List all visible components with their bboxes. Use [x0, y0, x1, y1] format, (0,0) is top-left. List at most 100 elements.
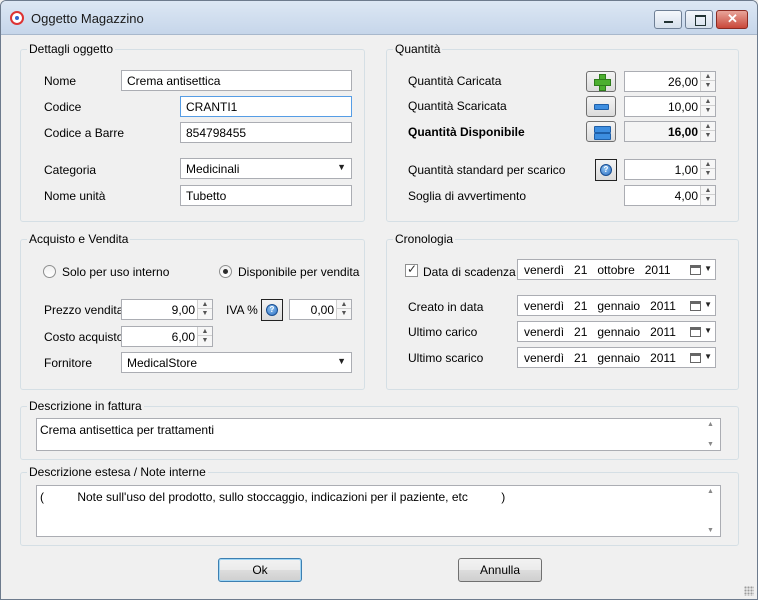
- descrizione-fattura-textarea[interactable]: Crema antisettica per trattamenti ▲ ▼: [36, 418, 721, 451]
- scadenza-date-value: venerdì 21 ottobre 2011: [524, 263, 671, 277]
- resize-grip[interactable]: [744, 586, 754, 596]
- note-interne-value: ( Note sull'uso del prodotto, sullo stoc…: [40, 490, 506, 504]
- radio-disponibile-vendita-label[interactable]: Disponibile per vendita: [238, 265, 359, 279]
- annulla-button[interactable]: Annulla: [458, 558, 542, 582]
- quantita-scaricata-spinner[interactable]: 10,00 ▲ ▼: [624, 96, 716, 117]
- close-button[interactable]: ✕: [716, 10, 748, 29]
- radio-uso-interno[interactable]: [43, 265, 56, 278]
- quantita-disponibile-spinner[interactable]: 16,00 ▲ ▼: [624, 121, 716, 142]
- arrow-up-icon[interactable]: ▲: [337, 300, 351, 309]
- creato-date-picker[interactable]: venerdì 21 gennaio 2011 ▼: [517, 295, 716, 316]
- info-icon: ?: [600, 164, 612, 176]
- nome-unita-label: Nome unità: [44, 189, 106, 203]
- ultimo-scarico-label: Ultimo scarico: [408, 351, 484, 365]
- quantita-disponibile-label: Quantità Disponibile: [408, 125, 525, 139]
- ultimo-scarico-date-picker[interactable]: venerdì 21 gennaio 2011 ▼: [517, 347, 716, 368]
- spinner-arrows[interactable]: ▲ ▼: [700, 186, 715, 205]
- calendar-icon[interactable]: [690, 353, 701, 363]
- equal-icon: [594, 126, 611, 140]
- prezzo-vendita-spinner[interactable]: 9,00 ▲ ▼: [121, 299, 213, 320]
- quantita-scaricata-value: 10,00: [667, 100, 698, 114]
- prezzo-vendita-label: Prezzo vendita: [44, 303, 124, 317]
- nome-input[interactable]: Crema antisettica: [121, 70, 352, 91]
- chevron-down-icon[interactable]: ▼: [704, 300, 712, 309]
- codice-input[interactable]: CRANTI1: [180, 96, 352, 117]
- arrow-down-icon[interactable]: ▼: [707, 527, 714, 534]
- calendar-icon[interactable]: [690, 265, 701, 275]
- info-icon: ?: [266, 304, 278, 316]
- scadenza-checkbox[interactable]: [405, 262, 418, 277]
- quantita-caricata-label: Quantità Caricata: [408, 74, 502, 88]
- quantita-caricata-spinner[interactable]: 26,00 ▲ ▼: [624, 71, 716, 92]
- maximize-button[interactable]: [685, 10, 713, 29]
- dialog-window: Oggetto Magazzino ✕ Dettagli oggetto Nom…: [0, 0, 758, 600]
- add-quantity-button[interactable]: [586, 71, 616, 92]
- arrow-down-icon[interactable]: ▼: [701, 131, 715, 140]
- note-interne-textarea[interactable]: ( Note sull'uso del prodotto, sullo stoc…: [36, 485, 721, 537]
- note-scrollbar[interactable]: ▲ ▼: [704, 486, 720, 536]
- ok-button[interactable]: Ok: [218, 558, 302, 582]
- radio-disponibile-vendita[interactable]: [219, 265, 232, 278]
- standard-info-button[interactable]: ?: [595, 159, 617, 181]
- arrow-down-icon[interactable]: ▼: [701, 81, 715, 90]
- nome-unita-input[interactable]: Tubetto: [180, 185, 352, 206]
- arrow-down-icon[interactable]: ▼: [337, 309, 351, 318]
- iva-info-button[interactable]: ?: [261, 299, 283, 321]
- codice-barre-label: Codice a Barre: [44, 126, 125, 140]
- calendar-icon[interactable]: [690, 301, 701, 311]
- codice-barre-input[interactable]: 854798455: [180, 122, 352, 143]
- quantita-disponibile-value: 16,00: [667, 125, 698, 139]
- fornitore-select[interactable]: MedicalStore ▼: [121, 352, 352, 373]
- fornitore-value: MedicalStore: [127, 356, 198, 370]
- arrow-up-icon[interactable]: ▲: [701, 122, 715, 131]
- arrow-up-icon[interactable]: ▲: [701, 72, 715, 81]
- arrow-up-icon[interactable]: ▲: [701, 160, 715, 169]
- iva-value: 0,00: [310, 303, 334, 317]
- dettagli-legend: Dettagli oggetto: [27, 42, 116, 56]
- soglia-value: 4,00: [674, 189, 698, 203]
- scadenza-label[interactable]: Data di scadenza: [423, 265, 516, 279]
- chevron-down-icon[interactable]: ▼: [704, 326, 712, 335]
- arrow-down-icon[interactable]: ▼: [701, 106, 715, 115]
- arrow-up-icon[interactable]: ▲: [701, 97, 715, 106]
- spinner-arrows[interactable]: ▲ ▼: [700, 160, 715, 179]
- spinner-arrows[interactable]: ▲ ▼: [197, 300, 212, 319]
- remove-quantity-button[interactable]: [586, 96, 616, 117]
- arrow-up-icon[interactable]: ▲: [701, 186, 715, 195]
- arrow-up-icon[interactable]: ▲: [198, 300, 212, 309]
- arrow-up-icon[interactable]: ▲: [707, 421, 714, 428]
- ultimo-carico-date-picker[interactable]: venerdì 21 gennaio 2011 ▼: [517, 321, 716, 342]
- arrow-down-icon[interactable]: ▼: [707, 441, 714, 448]
- quantita-standard-spinner[interactable]: 1,00 ▲ ▼: [624, 159, 716, 180]
- minimize-button[interactable]: [654, 10, 682, 29]
- arrow-up-icon[interactable]: ▲: [707, 488, 714, 495]
- arrow-down-icon[interactable]: ▼: [198, 309, 212, 318]
- arrow-down-icon[interactable]: ▼: [198, 336, 212, 345]
- spinner-arrows[interactable]: ▲ ▼: [197, 327, 212, 346]
- spinner-arrows[interactable]: ▲ ▼: [700, 122, 715, 141]
- calendar-icon[interactable]: [690, 327, 701, 337]
- radio-uso-interno-label[interactable]: Solo per uso interno: [62, 265, 169, 279]
- soglia-spinner[interactable]: 4,00 ▲ ▼: [624, 185, 716, 206]
- calculate-quantity-button[interactable]: [586, 121, 616, 142]
- categoria-select[interactable]: Medicinali ▼: [180, 158, 352, 179]
- iva-spinner[interactable]: 0,00 ▲ ▼: [289, 299, 352, 320]
- chevron-down-icon[interactable]: ▼: [704, 264, 712, 273]
- fattura-scrollbar[interactable]: ▲ ▼: [704, 419, 720, 450]
- scadenza-date-picker[interactable]: venerdì 21 ottobre 2011 ▼: [517, 259, 716, 280]
- spinner-arrows[interactable]: ▲ ▼: [336, 300, 351, 319]
- title-bar[interactable]: Oggetto Magazzino ✕: [1, 1, 757, 35]
- spinner-arrows[interactable]: ▲ ▼: [700, 72, 715, 91]
- window-title: Oggetto Magazzino: [31, 11, 144, 26]
- ultimo-carico-date-value: venerdì 21 gennaio 2011: [524, 325, 676, 339]
- costo-acquisto-spinner[interactable]: 6,00 ▲ ▼: [121, 326, 213, 347]
- ultimo-carico-label: Ultimo carico: [408, 325, 478, 339]
- arrow-down-icon[interactable]: ▼: [701, 169, 715, 178]
- arrow-down-icon[interactable]: ▼: [701, 195, 715, 204]
- iva-label: IVA %: [226, 303, 258, 317]
- spinner-arrows[interactable]: ▲ ▼: [700, 97, 715, 116]
- chevron-down-icon[interactable]: ▼: [704, 352, 712, 361]
- descrizione-fattura-value: Crema antisettica per trattamenti: [40, 423, 215, 437]
- arrow-up-icon[interactable]: ▲: [198, 327, 212, 336]
- acquisto-legend: Acquisto e Vendita: [27, 232, 131, 246]
